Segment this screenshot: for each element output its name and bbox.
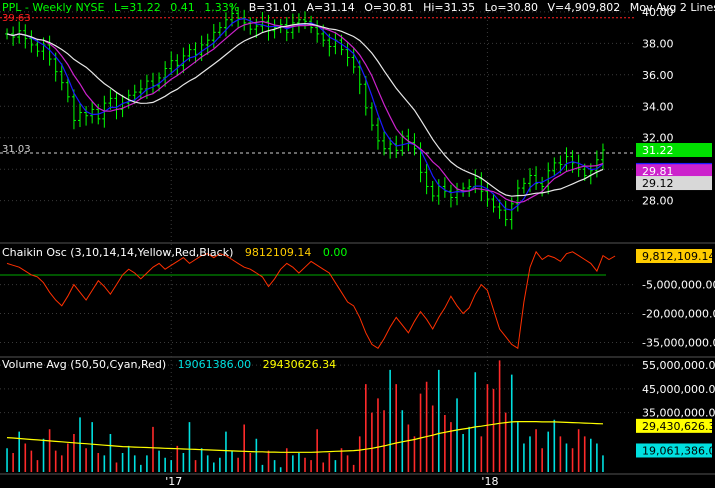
vol-tick-label: 55,000,000.00 [642, 359, 715, 372]
open-value: O=30.81 [364, 1, 413, 14]
price-tick-label: 36.00 [642, 69, 674, 82]
change-value: 0.41 [170, 1, 195, 14]
vol-tick-label: 45,000,000.00 [642, 383, 715, 396]
x-tick-label: '18 [481, 475, 498, 488]
chart-background [0, 0, 715, 488]
oscillator-header: Chaikin Osc (3,10,14,14,Yellow,Red,Black… [2, 246, 347, 259]
price-tick-label: 28.00 [642, 195, 674, 208]
volume-title: Volume Avg (50,50,Cyan,Red) [2, 358, 166, 371]
price-tag: 31.22 [642, 144, 674, 157]
volume-avg-1: 19061386.00 [178, 358, 251, 371]
high-value: Hi=31.35 [423, 1, 475, 14]
last-price: L=31.22 [114, 1, 161, 14]
study-label: Mov Avg 2 Lines (Clo [630, 1, 715, 14]
volume-value: V=4,909,802 [548, 1, 621, 14]
volume-tag: 29,430,626.34 [642, 420, 715, 433]
low-value: Lo=30.80 [485, 1, 538, 14]
change-pct: 1.33% [204, 1, 239, 14]
stock-chart: 40.0038.0036.0034.0032.0030.0028.0031.22… [0, 0, 715, 488]
vol-tick-label: 35,000,000.00 [642, 407, 715, 420]
price-tag: 29.12 [642, 177, 674, 190]
oscillator-zero: 0.00 [323, 246, 348, 259]
osc-tick-label: -20,000,000.00 [642, 308, 715, 321]
volume-avg-2: 29430626.34 [263, 358, 336, 371]
oscillator-value: 9812109.14 [245, 246, 311, 259]
resistance-label: 39.63 [2, 13, 31, 24]
price-tick-label: 32.00 [642, 132, 674, 145]
osc-tick-label: -5,000,000.00 [642, 279, 715, 292]
volume-header: Volume Avg (50,50,Cyan,Red) 19061386.00 … [2, 358, 336, 371]
volume-tag: 19,061,386.00 [642, 444, 715, 457]
oscillator-title: Chaikin Osc (3,10,14,14,Yellow,Red,Black… [2, 246, 233, 259]
price-tick-label: 34.00 [642, 100, 674, 113]
x-tick-label: '17 [165, 475, 182, 488]
osc-tick-label: -35,000,000.00 [642, 336, 715, 349]
osc-tag: 9,812,109.14 [642, 250, 715, 263]
bid-value: B=31.01 [249, 1, 297, 14]
price-tick-label: 38.00 [642, 37, 674, 50]
ask-value: A=31.14 [307, 1, 355, 14]
reference-label: 31.03 [2, 144, 31, 155]
